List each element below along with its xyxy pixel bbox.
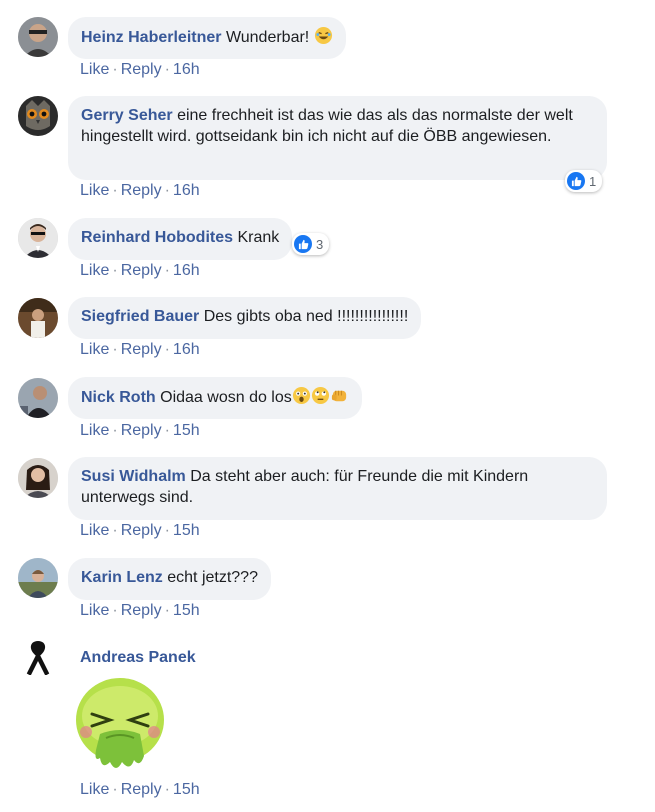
timestamp[interactable]: 16h (173, 182, 200, 199)
avatar[interactable] (18, 17, 58, 57)
comment-actions: Like · Reply · 15h (80, 521, 200, 541)
astonished-emoji-icon (292, 386, 310, 405)
like-link[interactable]: Like (80, 422, 109, 439)
separator: · (164, 61, 170, 78)
comment-text: Des gibts oba ned !!!!!!!!!!!!!!!! (203, 308, 409, 325)
separator: · (164, 522, 170, 539)
comment-actions: Like · Reply · 16h (80, 340, 200, 360)
comment-bubble: Siegfried Bauer Des gibts oba ned !!!!!!… (68, 297, 422, 339)
separator: · (112, 341, 118, 358)
timestamp[interactable]: 16h (173, 341, 200, 358)
comment-bubble: Gerry Seher eine frechheit ist das wie d… (68, 96, 607, 180)
separator: · (112, 262, 118, 279)
comment-author[interactable]: Heinz Haberleitner (81, 29, 221, 46)
rolling-eyes-emoji-icon (311, 386, 329, 405)
reply-link[interactable]: Reply (121, 522, 162, 539)
reply-link[interactable]: Reply (121, 422, 162, 439)
like-link[interactable]: Like (80, 602, 109, 619)
avatar[interactable] (18, 218, 58, 258)
reply-link[interactable]: Reply (121, 262, 162, 279)
reaction-count: 1 (589, 173, 597, 189)
reply-link[interactable]: Reply (121, 781, 162, 798)
comment-author[interactable]: Nick Roth (81, 389, 156, 406)
comment-actions: Like · Reply · 16h (80, 261, 200, 281)
reply-link[interactable]: Reply (121, 602, 162, 619)
separator: · (164, 182, 170, 199)
reaction-badge[interactable]: 1 (565, 170, 603, 192)
timestamp[interactable]: 15h (173, 522, 200, 539)
like-link[interactable]: Like (80, 262, 109, 279)
thumbs-up-icon (294, 235, 312, 253)
avatar[interactable] (18, 298, 58, 338)
rofl-emoji-icon (314, 26, 332, 45)
comment-bubble: Reinhard Hobodites Krank (68, 218, 293, 260)
comment-actions: Like · Reply · 16h (80, 60, 200, 80)
reply-link[interactable]: Reply (121, 341, 162, 358)
timestamp[interactable]: 15h (173, 422, 200, 439)
reply-link[interactable]: Reply (121, 182, 162, 199)
like-link[interactable]: Like (80, 781, 109, 798)
comment-text: Krank (237, 229, 280, 246)
avatar[interactable] (18, 558, 58, 598)
comment-bubble: Susi Widhalm Da steht aber auch: für Fre… (68, 457, 607, 520)
reaction-count: 3 (316, 236, 324, 252)
separator: · (164, 781, 170, 798)
timestamp[interactable]: 15h (173, 781, 200, 798)
comment-bubble: Nick Roth Oidaa wosn do los (68, 377, 362, 419)
comment-text: Wunderbar! (225, 29, 310, 46)
comment-actions: Like · Reply · 15h (80, 780, 200, 800)
reaction-badge[interactable]: 3 (292, 233, 330, 255)
separator: · (112, 602, 118, 619)
avatar[interactable] (18, 458, 58, 498)
like-link[interactable]: Like (80, 341, 109, 358)
separator: · (164, 341, 170, 358)
timestamp[interactable]: 16h (173, 262, 200, 279)
comment-actions: Like · Reply · 16h (80, 181, 200, 201)
like-link[interactable]: Like (80, 61, 109, 78)
vomiting-face-sticker-icon (76, 678, 164, 768)
comment-bubble: Karin Lenz echt jetzt??? (68, 558, 271, 600)
separator: · (112, 781, 118, 798)
avatar[interactable] (18, 96, 58, 136)
comment-author[interactable]: Karin Lenz (81, 569, 163, 586)
timestamp[interactable]: 16h (173, 61, 200, 78)
comment-author[interactable]: Siegfried Bauer (81, 308, 199, 325)
avatar[interactable] (18, 637, 58, 677)
comment-text: Oidaa wosn do los (160, 389, 292, 406)
like-link[interactable]: Like (80, 182, 109, 199)
separator: · (164, 262, 170, 279)
like-link[interactable]: Like (80, 522, 109, 539)
comment-author[interactable]: Reinhard Hobodites (81, 229, 233, 246)
comment-header: Andreas Panek (80, 648, 196, 668)
timestamp[interactable]: 15h (173, 602, 200, 619)
comment-actions: Like · Reply · 15h (80, 601, 200, 621)
avatar[interactable] (18, 378, 58, 418)
separator: · (164, 422, 170, 439)
comment-author[interactable]: Susi Widhalm (81, 468, 186, 485)
comment-author[interactable]: Gerry Seher (81, 107, 173, 124)
separator: · (164, 602, 170, 619)
comment-bubble: Heinz Haberleitner Wunderbar! (68, 17, 346, 59)
comment-feed: Heinz Haberleitner Wunderbar! Like · Reply… (0, 0, 655, 812)
mourning-ribbon-icon (18, 637, 58, 677)
separator: · (112, 522, 118, 539)
fist-emoji-icon (331, 390, 346, 402)
comment-actions: Like · Reply · 15h (80, 421, 200, 441)
separator: · (112, 422, 118, 439)
thumbs-up-icon (567, 172, 585, 190)
reply-link[interactable]: Reply (121, 61, 162, 78)
separator: · (112, 61, 118, 78)
comment-author[interactable]: Andreas Panek (80, 649, 196, 666)
comment-text: echt jetzt??? (167, 569, 258, 586)
separator: · (112, 182, 118, 199)
